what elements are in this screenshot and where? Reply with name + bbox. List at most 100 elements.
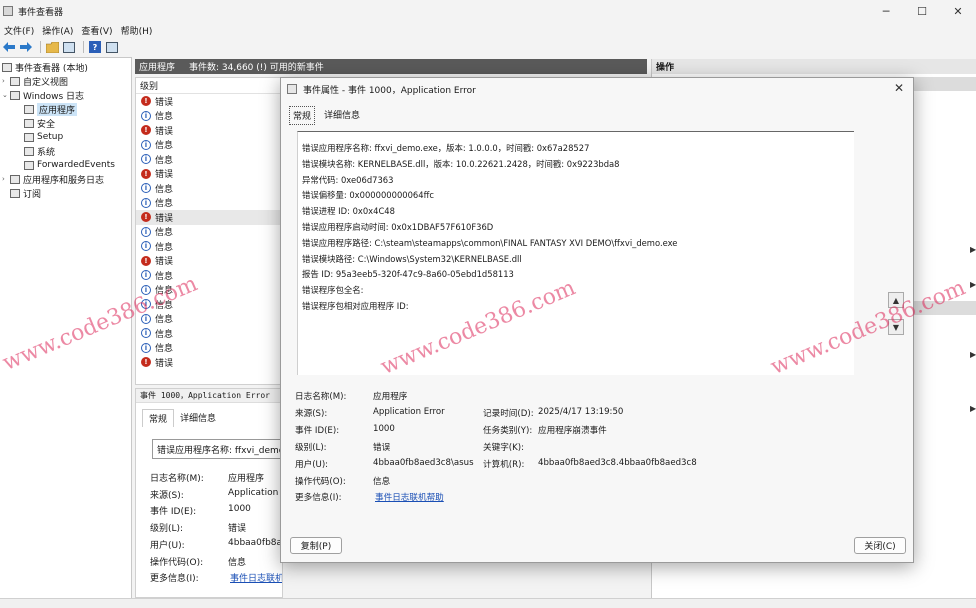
console-view-icon[interactable] — [62, 40, 76, 54]
actions-section-band[interactable] — [914, 301, 976, 315]
description-line: 错误模块路径: C:\Windows\System32\KERNELBASE.d… — [302, 253, 522, 264]
chevron-right-icon[interactable]: ▶ — [970, 404, 976, 413]
dialog-help-link[interactable]: 事件日志联机帮助 — [375, 491, 444, 503]
tree-custom-views[interactable]: › 自定义视图 — [2, 74, 68, 88]
tree-windows-logs[interactable]: ⌄ Windows 日志 — [2, 88, 84, 102]
info-icon: i — [141, 183, 151, 194]
tree-log-forwarded[interactable]: ForwardedEvents — [24, 158, 115, 172]
pane-toggle-icon[interactable] — [105, 40, 119, 54]
column-header-level[interactable]: 级别 — [136, 78, 282, 94]
description-line: 错误程序包全名: — [302, 285, 364, 296]
event-row[interactable]: i 信息 — [136, 341, 282, 356]
dialog-level-label: 级别(L): — [295, 443, 327, 453]
chevron-right-icon[interactable]: ▶ — [970, 280, 976, 289]
event-level: 错误 — [155, 97, 174, 108]
menu-action[interactable]: 操作(A) — [38, 24, 77, 37]
preview-description[interactable]: 错误应用程序名称: ffxvi_demo.exe — [152, 439, 282, 459]
event-level: 信息 — [155, 199, 174, 210]
menu-help[interactable]: 帮助(H) — [117, 24, 157, 37]
event-row[interactable]: ! 错误 — [136, 210, 282, 225]
preview-help-link[interactable]: 事件日志联机帮助 — [230, 571, 282, 584]
toolbar: ? — [0, 38, 976, 56]
event-row[interactable]: ! 错误 — [136, 167, 282, 182]
scroll-up-icon[interactable]: ▲ — [888, 292, 904, 308]
log-icon — [24, 104, 34, 114]
dialog-log-name-label: 日志名称(M): — [295, 392, 347, 402]
event-row[interactable]: ! 错误 — [136, 254, 282, 269]
preview-tab-general[interactable]: 常规 — [142, 409, 175, 427]
toolbar-separator — [83, 41, 84, 53]
event-row[interactable]: i 信息 — [136, 152, 282, 167]
event-row[interactable]: i 信息 — [136, 225, 282, 240]
chevron-down-icon[interactable]: ⌄ — [2, 91, 10, 99]
event-row[interactable]: i 信息 — [136, 196, 282, 211]
event-row[interactable]: i 信息 — [136, 312, 282, 327]
close-button[interactable]: ✕ — [940, 0, 976, 22]
preview-tab-details[interactable]: 详细信息 — [174, 409, 222, 427]
tree-log-setup[interactable]: Setup — [24, 130, 63, 144]
preview-user-label: 用户(U): — [150, 541, 185, 551]
preview-tabs: 常规 详细信息 — [136, 409, 282, 427]
menu-file[interactable]: 文件(F) — [0, 24, 38, 37]
event-level: 错误 — [155, 358, 174, 369]
info-icon: i — [141, 328, 151, 339]
close-dialog-button[interactable]: 关闭(C) — [854, 537, 906, 554]
dialog-tab-details[interactable]: 详细信息 — [321, 106, 363, 125]
info-icon: i — [141, 299, 151, 310]
folder-icon — [10, 174, 20, 184]
dialog-more-info-label: 更多信息(I): — [295, 493, 342, 503]
event-properties-dialog: 事件属性 - 事件 1000，Application Error ✕ 常规 详细… — [280, 77, 914, 563]
dialog-close-icon[interactable]: ✕ — [891, 80, 907, 96]
event-row[interactable]: i 信息 — [136, 297, 282, 312]
chevron-right-icon[interactable]: ▶ — [970, 245, 976, 254]
description-line: 错误程序包相对应用程序 ID: — [302, 301, 409, 311]
minimize-button[interactable]: ─ — [868, 0, 904, 22]
actions-section-band[interactable] — [914, 77, 976, 91]
menu-view[interactable]: 查看(V) — [77, 24, 116, 37]
event-row[interactable]: i 信息 — [136, 109, 282, 124]
description-line: 错误偏移量: 0x000000000064ffc — [302, 190, 434, 201]
help-icon[interactable]: ? — [88, 40, 102, 54]
chevron-right-icon[interactable]: › — [2, 175, 10, 183]
tree-log-security[interactable]: 安全 — [24, 116, 55, 130]
preview-event-id-label: 事件 ID(E): — [150, 507, 197, 517]
event-row[interactable]: i 信息 — [136, 239, 282, 254]
event-row[interactable]: i 信息 — [136, 326, 282, 341]
event-row[interactable]: ! 错误 — [136, 123, 282, 138]
chevron-right-icon[interactable]: ▶ — [970, 350, 976, 359]
maximize-button[interactable]: ☐ — [904, 0, 940, 22]
tree-root[interactable]: 事件查看器 (本地) — [2, 60, 88, 74]
event-level: 信息 — [155, 184, 174, 195]
event-description-box[interactable]: 错误应用程序名称: ffxvi_demo.exe，版本: 1.0.0.0，时间戳… — [297, 131, 854, 375]
description-line: 错误应用程序路径: C:\steam\steamapps\common\FINA… — [302, 237, 678, 248]
description-line: 错误应用程序启动时间: 0x0x1DBAF57F610F36D — [302, 222, 494, 232]
log-icon — [24, 160, 34, 170]
folder-icon[interactable] — [45, 40, 59, 54]
info-icon: i — [141, 226, 151, 237]
event-row[interactable]: i 信息 — [136, 138, 282, 153]
event-row[interactable]: i 信息 — [136, 268, 282, 283]
back-arrow-icon[interactable] — [2, 40, 16, 54]
tree-app-service-logs[interactable]: › 应用程序和服务日志 — [2, 172, 104, 186]
log-icon — [24, 132, 34, 142]
event-row[interactable]: i 信息 — [136, 283, 282, 298]
preview-opcode-label: 操作代码(O): — [150, 558, 204, 568]
title-bar: 事件查看器 ─ ☐ ✕ — [0, 0, 976, 22]
chevron-right-icon[interactable]: › — [2, 77, 10, 85]
event-row[interactable]: i 信息 — [136, 181, 282, 196]
dialog-computer-value: 4bbaa0fb8aed3c8.4bbaa0fb8aed3c8 — [538, 458, 697, 468]
dialog-event-id-value: 1000 — [373, 424, 395, 434]
scroll-down-icon[interactable]: ▼ — [888, 319, 904, 335]
copy-button[interactable]: 复制(P) — [290, 537, 342, 554]
tree-subscriptions[interactable]: 订阅 — [10, 186, 41, 200]
tree-log-application[interactable]: 应用程序 — [24, 102, 78, 116]
event-level: 信息 — [155, 286, 174, 297]
forward-arrow-icon[interactable] — [19, 40, 33, 54]
event-row[interactable]: ! 错误 — [136, 355, 282, 370]
event-level: 错误 — [155, 213, 174, 224]
dialog-tab-general[interactable]: 常规 — [289, 106, 316, 125]
error-icon: ! — [141, 168, 151, 179]
folder-icon — [10, 76, 20, 86]
tree-log-system[interactable]: 系统 — [24, 144, 55, 158]
event-row[interactable]: ! 错误 — [136, 94, 282, 109]
